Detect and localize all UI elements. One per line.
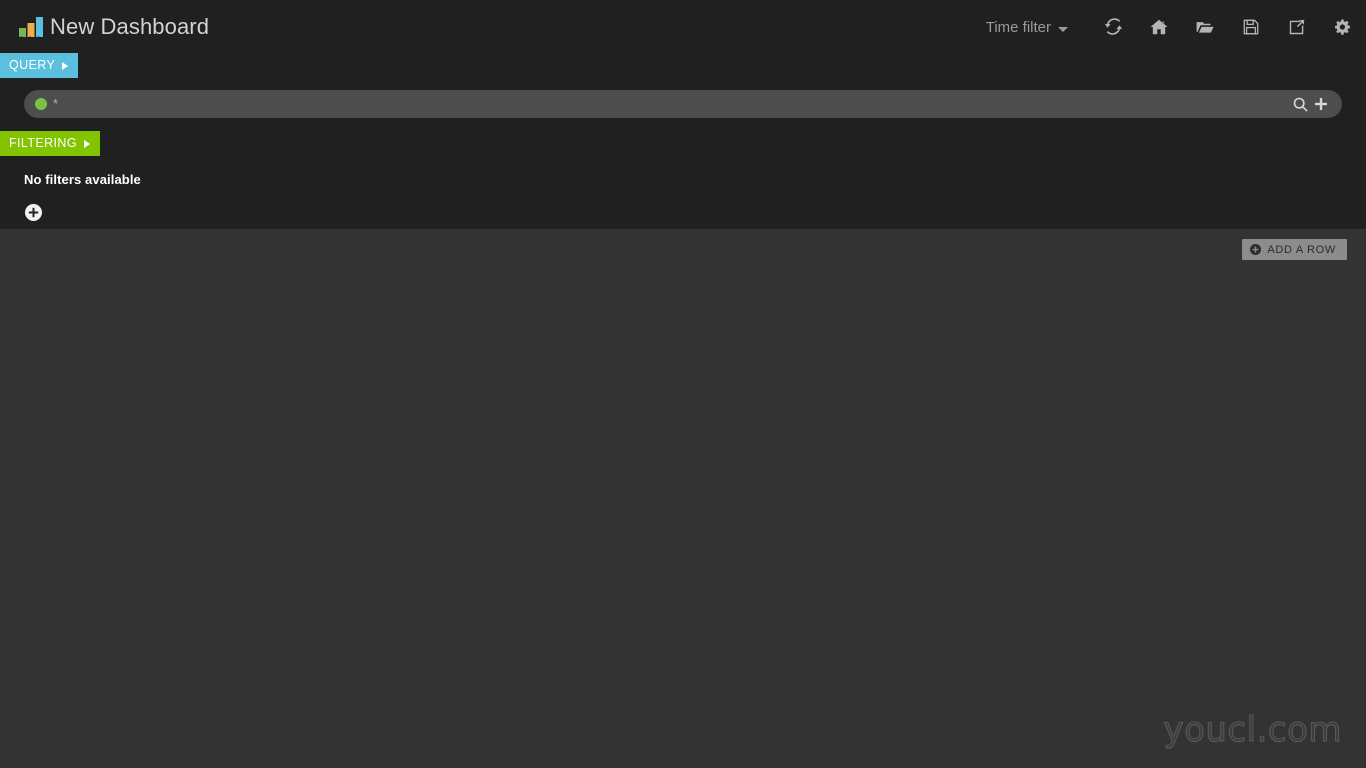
- tab-filtering[interactable]: FILTERING: [0, 131, 100, 156]
- navbar-actions: Time filter: [978, 0, 1366, 53]
- watermark: youcl.com: [1163, 710, 1342, 750]
- home-icon[interactable]: [1136, 0, 1182, 53]
- add-query-icon[interactable]: [1314, 97, 1328, 111]
- time-filter-label: Time filter: [985, 18, 1051, 36]
- page-title: New Dashboard: [50, 14, 210, 39]
- folder-open-icon[interactable]: [1182, 0, 1228, 53]
- query-row: [24, 90, 1342, 118]
- add-filter-button[interactable]: [25, 204, 42, 221]
- triangle-right-icon: [62, 61, 69, 70]
- dashboard-body: ADD A ROW youcl.com: [0, 229, 1366, 768]
- tab-query-label: QUERY: [9, 58, 56, 72]
- bar-chart-logo-icon: [19, 17, 43, 39]
- add-row-button[interactable]: ADD A ROW: [1242, 239, 1347, 260]
- dashboard-app: New Dashboard Time filter QUERY * FILTER…: [0, 0, 1366, 768]
- top-panel: New Dashboard Time filter QUERY * FILTER…: [0, 0, 1366, 229]
- search-icon[interactable]: [1293, 97, 1308, 112]
- refresh-icon[interactable]: [1090, 0, 1136, 53]
- query-actions: [1293, 90, 1328, 118]
- navbar: New Dashboard Time filter: [0, 0, 1366, 53]
- plus-circle-icon: [25, 204, 42, 221]
- tab-filtering-label: FILTERING: [9, 136, 77, 150]
- plus-circle-icon: [1250, 244, 1262, 255]
- tab-query[interactable]: QUERY: [0, 53, 79, 78]
- query-input-wrap: [24, 90, 1342, 118]
- time-filter-dropdown[interactable]: Time filter: [978, 19, 1076, 37]
- triangle-right-icon: [83, 139, 90, 148]
- chevron-down-icon: [1058, 27, 1068, 32]
- query-input[interactable]: [53, 90, 1283, 118]
- no-filters-message: No filters available: [24, 172, 141, 187]
- save-icon[interactable]: [1228, 0, 1274, 53]
- brand: New Dashboard: [18, 10, 209, 44]
- share-icon[interactable]: [1274, 0, 1320, 53]
- add-row-label: ADD A ROW: [1267, 243, 1336, 256]
- gear-icon[interactable]: [1320, 0, 1366, 53]
- query-color-dot[interactable]: [35, 98, 47, 110]
